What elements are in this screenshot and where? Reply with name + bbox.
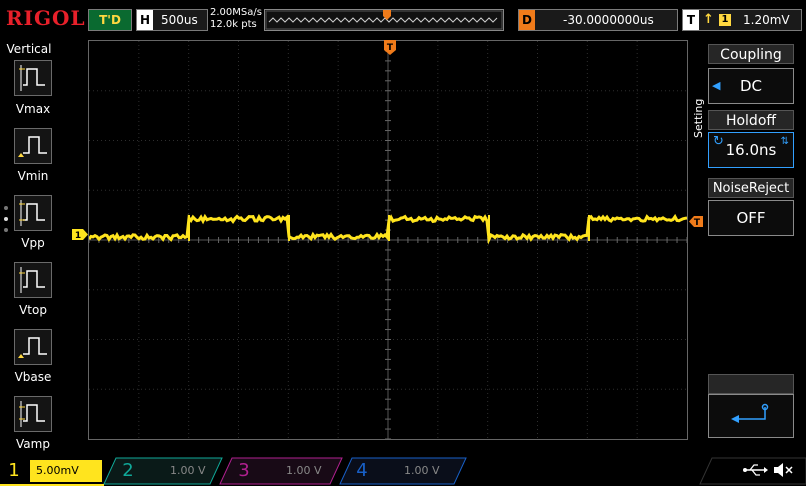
- rotate-knob-icon: ↻: [713, 125, 724, 159]
- memory-depth: 12.0k pts: [210, 19, 262, 31]
- trigger-box[interactable]: T ↑ 1 1.20mV: [682, 9, 802, 31]
- channel1-offset-marker[interactable]: 1: [72, 225, 88, 244]
- trigger-position-marker[interactable]: T: [384, 40, 396, 60]
- brand-logo: RIGOL: [6, 6, 86, 30]
- trigger-source: 1: [719, 14, 731, 26]
- setting-tab[interactable]: Setting: [690, 82, 706, 142]
- rising-edge-icon: ↑: [703, 12, 714, 27]
- channel-bar: 1 5.00mV 2 1.00 V 3 1.00 V 4 1.00 V: [0, 456, 806, 486]
- top-bar: RIGOL T'D H 500us 2.00MSa/s 12.0k pts D …: [0, 0, 806, 38]
- channel4-box[interactable]: 4 1.00 V: [352, 458, 452, 484]
- channel1-number: 1: [4, 458, 24, 484]
- setting-tab-label: Setting: [692, 99, 705, 138]
- trigger-settings-panel: Setting Coupling ◀ DC Holdoff ↻ 16.0ns ⇅…: [690, 38, 806, 454]
- noise-reject-toggle[interactable]: OFF: [708, 200, 794, 236]
- coupling-value: DC: [740, 77, 762, 95]
- vmax-label: Vmax: [0, 102, 66, 116]
- vmin-label: Vmin: [0, 169, 66, 183]
- channel4-scale: 1.00 V: [404, 460, 440, 482]
- speaker-icon[interactable]: [772, 462, 794, 482]
- sample-rate: 2.00MSa/s: [210, 7, 262, 19]
- channel1-box[interactable]: 1 5.00mV: [4, 458, 102, 484]
- channel3-number: 3: [234, 458, 254, 484]
- coupling-header: Coupling: [708, 44, 794, 64]
- measure-vamp-button[interactable]: [14, 396, 52, 432]
- waveform-display[interactable]: [88, 40, 688, 440]
- channel4-number: 4: [352, 458, 372, 484]
- coupling-select[interactable]: ◀ DC: [708, 68, 794, 104]
- blank-softkey[interactable]: [708, 374, 794, 394]
- noise-reject-value: OFF: [736, 209, 765, 227]
- vmin-pulse-icon: [15, 129, 51, 163]
- noise-reject-header: NoiseReject: [708, 178, 794, 198]
- graticule: [89, 41, 687, 439]
- vbase-label: Vbase: [0, 370, 66, 384]
- timebase-value: 500us: [161, 10, 198, 30]
- vbase-pulse-icon: [15, 330, 51, 364]
- horizontal-timebase[interactable]: H 500us: [136, 9, 208, 31]
- page-dot: [4, 228, 8, 232]
- channel2-scale: 1.00 V: [170, 460, 206, 482]
- vamp-label: Vamp: [0, 437, 66, 451]
- trigger-position-text: T: [387, 43, 394, 53]
- vtop-label: Vtop: [0, 303, 66, 317]
- vpp-label: Vpp: [0, 236, 66, 250]
- memory-overview[interactable]: [264, 9, 504, 31]
- measure-vmax-button[interactable]: [14, 60, 52, 96]
- page-dot: [4, 206, 8, 210]
- panel-title: Vertical: [0, 42, 58, 56]
- channel1-marker-icon: 1: [72, 229, 88, 240]
- holdoff-value: 16.0ns: [726, 141, 777, 159]
- left-arrow-icon: ◀: [712, 69, 720, 103]
- memory-waveform-icon: [265, 10, 503, 30]
- delay-label: D: [519, 10, 535, 30]
- channel1-scale-value: 5.00mV: [36, 464, 79, 477]
- measure-vmin-button[interactable]: [14, 128, 52, 164]
- enter-button[interactable]: [708, 394, 794, 438]
- vmax-pulse-icon: [15, 61, 51, 95]
- channel3-box[interactable]: 3 1.00 V: [234, 458, 334, 484]
- horizontal-label: H: [137, 10, 153, 30]
- measure-vpp-button[interactable]: [14, 195, 52, 231]
- page-dot-active: [4, 217, 8, 221]
- channel3-scale: 1.00 V: [286, 460, 322, 482]
- trigger-level: 1.20mV: [743, 10, 790, 30]
- vamp-pulse-icon: [15, 397, 51, 431]
- trigger-label: T: [683, 10, 699, 30]
- enter-icon: [709, 395, 793, 437]
- channel1-marker-text: 1: [75, 231, 81, 240]
- channel1-scale: 5.00mV: [30, 460, 102, 482]
- acquisition-info: 2.00MSa/s 12.0k pts: [210, 7, 262, 31]
- trigger-status-badge[interactable]: T'D: [88, 9, 132, 31]
- channel2-number: 2: [118, 458, 138, 484]
- vtop-pulse-icon: [15, 263, 51, 297]
- delay-box[interactable]: D -30.0000000us: [518, 9, 678, 31]
- delay-value: -30.0000000us: [563, 10, 654, 30]
- adjust-arrows-icon: ⇅: [781, 125, 789, 159]
- page-indicator: [4, 206, 10, 239]
- holdoff-input[interactable]: ↻ 16.0ns ⇅: [708, 132, 794, 168]
- usb-icon: [742, 462, 768, 482]
- measure-vtop-button[interactable]: [14, 262, 52, 298]
- measure-vbase-button[interactable]: [14, 329, 52, 365]
- trigger-position-icon: T: [384, 40, 396, 56]
- vpp-pulse-icon: [15, 196, 51, 230]
- setting-tab-shape: Setting: [690, 82, 706, 142]
- channel2-box[interactable]: 2 1.00 V: [118, 458, 218, 484]
